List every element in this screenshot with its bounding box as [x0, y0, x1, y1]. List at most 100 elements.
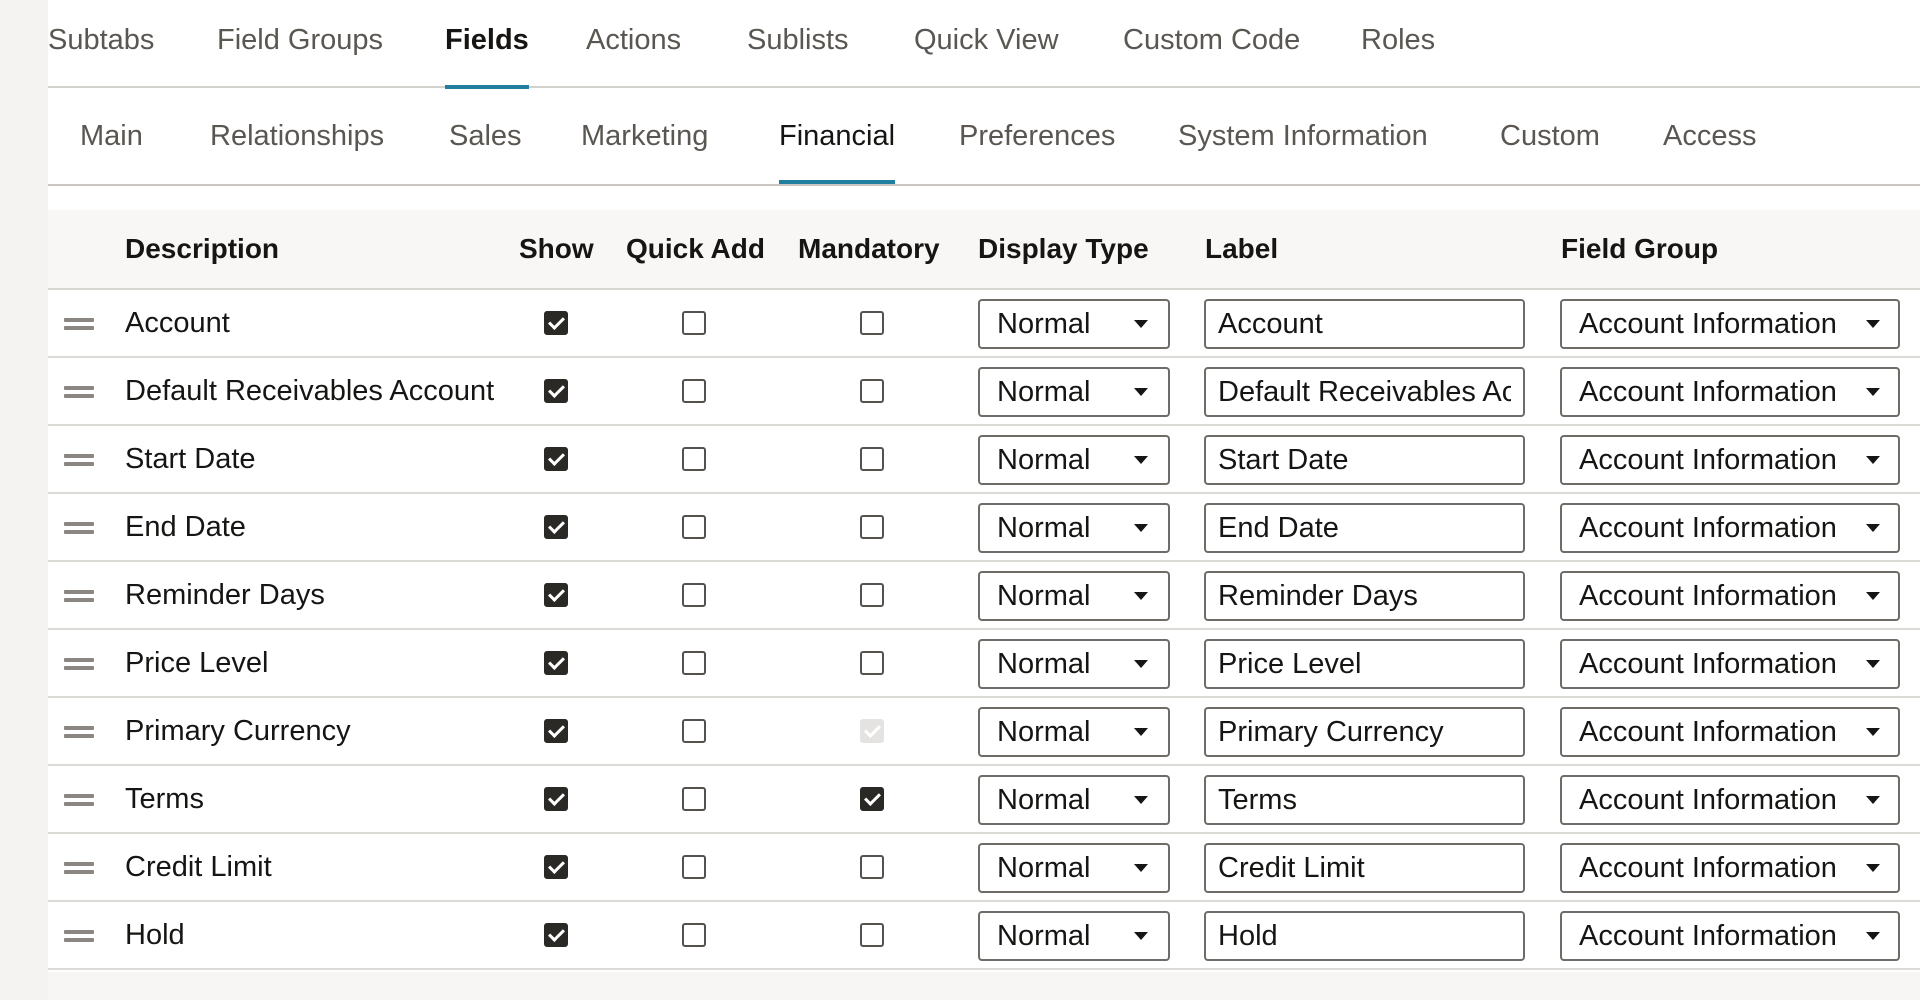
tab-actions[interactable]: Actions: [586, 0, 681, 88]
column-header-description: Description: [125, 233, 280, 264]
show-checkbox[interactable]: [544, 923, 568, 947]
field-group-select[interactable]: Account Information: [1560, 911, 1900, 961]
label-field[interactable]: [1204, 775, 1525, 825]
drag-handle-icon[interactable]: [64, 587, 94, 605]
mandatory-checkbox[interactable]: [860, 447, 884, 471]
drag-handle-icon[interactable]: [64, 723, 94, 741]
show-checkbox[interactable]: [544, 855, 568, 879]
field-group-select[interactable]: Account Information: [1560, 503, 1900, 553]
quick-add-checkbox[interactable]: [682, 515, 706, 539]
drag-handle-icon[interactable]: [64, 859, 94, 877]
column-header-display-type: Display Type: [978, 233, 1149, 264]
label-field[interactable]: [1204, 843, 1525, 893]
display-type-select[interactable]: Normal: [978, 911, 1170, 961]
subtab-preferences[interactable]: Preferences: [959, 88, 1115, 184]
tab-field-groups[interactable]: Field Groups: [217, 0, 383, 88]
mandatory-checkbox: [860, 719, 884, 743]
subtab-sales[interactable]: Sales: [449, 88, 522, 184]
field-group-select[interactable]: Account Information: [1560, 707, 1900, 757]
display-type-select[interactable]: Normal: [978, 775, 1170, 825]
mandatory-checkbox[interactable]: [860, 515, 884, 539]
chevron-down-icon: [1134, 456, 1148, 464]
tab-custom-code[interactable]: Custom Code: [1123, 0, 1300, 88]
field-group-value: Account Information: [1579, 716, 1837, 748]
table-row: Credit Limit Normal Account Information: [48, 834, 1920, 902]
mandatory-checkbox[interactable]: [860, 379, 884, 403]
label-field[interactable]: [1204, 707, 1525, 757]
subtab-marketing[interactable]: Marketing: [581, 88, 708, 184]
field-group-select[interactable]: Account Information: [1560, 367, 1900, 417]
tab-quick-view[interactable]: Quick View: [914, 0, 1059, 88]
show-checkbox[interactable]: [544, 447, 568, 471]
quick-add-checkbox[interactable]: [682, 719, 706, 743]
drag-handle-icon[interactable]: [64, 383, 94, 401]
mandatory-checkbox[interactable]: [860, 583, 884, 607]
mandatory-checkbox[interactable]: [860, 651, 884, 675]
field-group-select[interactable]: Account Information: [1560, 435, 1900, 485]
display-type-select[interactable]: Normal: [978, 843, 1170, 893]
tab-roles[interactable]: Roles: [1361, 0, 1435, 88]
show-checkbox[interactable]: [544, 379, 568, 403]
mandatory-checkbox[interactable]: [860, 923, 884, 947]
field-group-select[interactable]: Account Information: [1560, 639, 1900, 689]
quick-add-checkbox[interactable]: [682, 651, 706, 675]
bottom-margin-strip: [48, 972, 1920, 1000]
display-type-value: Normal: [997, 512, 1091, 544]
field-group-select[interactable]: Account Information: [1560, 571, 1900, 621]
tab-fields[interactable]: Fields: [445, 0, 529, 89]
field-group-select[interactable]: Account Information: [1560, 299, 1900, 349]
show-checkbox[interactable]: [544, 583, 568, 607]
subtab-access[interactable]: Access: [1663, 88, 1756, 184]
show-checkbox[interactable]: [544, 311, 568, 335]
quick-add-checkbox[interactable]: [682, 447, 706, 471]
display-type-select[interactable]: Normal: [978, 639, 1170, 689]
field-description: Start Date: [125, 443, 256, 475]
label-field[interactable]: [1204, 299, 1525, 349]
label-field[interactable]: [1204, 571, 1525, 621]
show-checkbox[interactable]: [544, 719, 568, 743]
drag-handle-icon[interactable]: [64, 315, 94, 333]
display-type-select[interactable]: Normal: [978, 435, 1170, 485]
show-checkbox[interactable]: [544, 515, 568, 539]
label-field[interactable]: [1204, 435, 1525, 485]
display-type-select[interactable]: Normal: [978, 707, 1170, 757]
drag-handle-icon[interactable]: [64, 791, 94, 809]
mandatory-checkbox[interactable]: [860, 311, 884, 335]
subtab-custom[interactable]: Custom: [1500, 88, 1600, 184]
show-checkbox[interactable]: [544, 651, 568, 675]
display-type-value: Normal: [997, 920, 1091, 952]
field-group-value: Account Information: [1579, 512, 1837, 544]
drag-handle-icon[interactable]: [64, 451, 94, 469]
drag-handle-icon[interactable]: [64, 519, 94, 537]
chevron-down-icon: [1134, 592, 1148, 600]
quick-add-checkbox[interactable]: [682, 311, 706, 335]
drag-handle-icon[interactable]: [64, 655, 94, 673]
label-field[interactable]: [1204, 911, 1525, 961]
subtab-financial[interactable]: Financial: [779, 88, 896, 184]
display-type-select[interactable]: Normal: [978, 503, 1170, 553]
field-group-select[interactable]: Account Information: [1560, 843, 1900, 893]
display-type-select[interactable]: Normal: [978, 299, 1170, 349]
mandatory-checkbox[interactable]: [860, 787, 884, 811]
table-row: Start Date Normal Account Information: [48, 426, 1920, 494]
label-field[interactable]: [1204, 367, 1525, 417]
tab-sublists[interactable]: Sublists: [747, 0, 849, 88]
quick-add-checkbox[interactable]: [682, 379, 706, 403]
tab-subtabs[interactable]: Subtabs: [48, 0, 154, 88]
quick-add-checkbox[interactable]: [682, 787, 706, 811]
quick-add-checkbox[interactable]: [682, 855, 706, 879]
display-type-select[interactable]: Normal: [978, 571, 1170, 621]
subtab-system-information[interactable]: System Information: [1178, 88, 1428, 184]
quick-add-checkbox[interactable]: [682, 583, 706, 607]
quick-add-checkbox[interactable]: [682, 923, 706, 947]
label-field[interactable]: [1204, 639, 1525, 689]
fields-table-header: Description Show Quick Add Mandatory Dis…: [48, 210, 1920, 290]
show-checkbox[interactable]: [544, 787, 568, 811]
display-type-select[interactable]: Normal: [978, 367, 1170, 417]
mandatory-checkbox[interactable]: [860, 855, 884, 879]
subtab-main[interactable]: Main: [80, 88, 143, 184]
drag-handle-icon[interactable]: [64, 927, 94, 945]
subtab-relationships[interactable]: Relationships: [210, 88, 384, 184]
label-field[interactable]: [1204, 503, 1525, 553]
field-group-select[interactable]: Account Information: [1560, 775, 1900, 825]
